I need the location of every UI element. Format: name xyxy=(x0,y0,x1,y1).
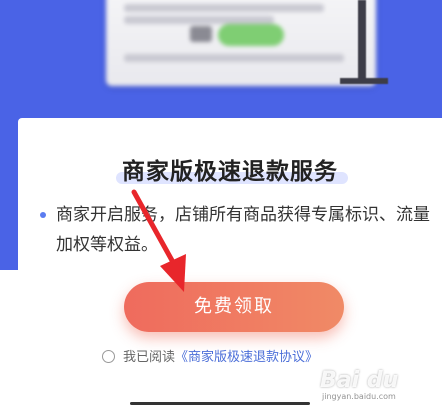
watermark-text: Bai du xyxy=(320,368,399,393)
agreement-row: 我已阅读《商家版极速退款协议》 xyxy=(102,346,318,365)
preview-block xyxy=(190,26,212,42)
preview-line xyxy=(124,16,274,24)
service-description: 商家开启服务，店铺所有商品获得专属标识、流量加权等权益。 xyxy=(56,205,430,255)
free-claim-button[interactable]: 免费领取 xyxy=(124,282,344,332)
preview-stand xyxy=(358,0,366,82)
title-wrap: 商家版极速退款服务 xyxy=(18,152,442,186)
agreement-link[interactable]: 《商家版极速退款协议》 xyxy=(175,350,318,365)
preview-stand-foot xyxy=(340,78,388,84)
watermark-sub: jingyan.baidu.com xyxy=(322,392,396,401)
baidu-watermark: Bai du jingyan.baidu.com xyxy=(320,362,440,402)
agreement-prefix: 我已阅读 xyxy=(123,350,176,365)
preview-pill xyxy=(218,24,284,46)
home-indicator xyxy=(130,402,310,405)
preview-line xyxy=(124,4,324,12)
preview-line xyxy=(124,54,344,62)
agreement-radio[interactable] xyxy=(102,350,115,363)
blurred-preview-card xyxy=(106,0,376,86)
sheet-title: 商家版极速退款服务 xyxy=(122,159,338,185)
bullet-dot xyxy=(40,212,46,218)
